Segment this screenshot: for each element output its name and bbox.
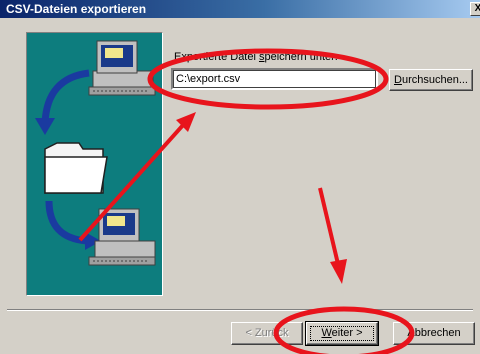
next-button[interactable]: Weiter > xyxy=(305,321,379,346)
computer-icon xyxy=(88,40,156,96)
close-icon: X xyxy=(474,3,480,14)
wizard-illustration xyxy=(26,32,163,296)
back-button[interactable]: < Zurück xyxy=(231,322,303,345)
window-title: CSV-Dateien exportieren xyxy=(6,2,147,16)
arrow-icon xyxy=(318,187,347,284)
close-button[interactable]: X xyxy=(470,2,480,16)
separator xyxy=(7,309,473,311)
file-path-input[interactable]: C:\export.csv xyxy=(171,68,378,90)
folder-icon xyxy=(44,142,108,194)
cancel-button[interactable]: Abbrechen xyxy=(393,322,475,345)
export-illustration xyxy=(35,40,156,266)
arrow-icon xyxy=(35,69,90,135)
arrow-icon xyxy=(45,200,101,250)
browse-button[interactable]: Durchsuchen... xyxy=(389,69,473,91)
title-bar: CSV-Dateien exportieren X xyxy=(0,0,480,18)
computer-icon xyxy=(88,208,156,266)
save-as-label: Exportierte Datei speichern unter: xyxy=(174,51,338,63)
focus-rect xyxy=(310,326,374,341)
